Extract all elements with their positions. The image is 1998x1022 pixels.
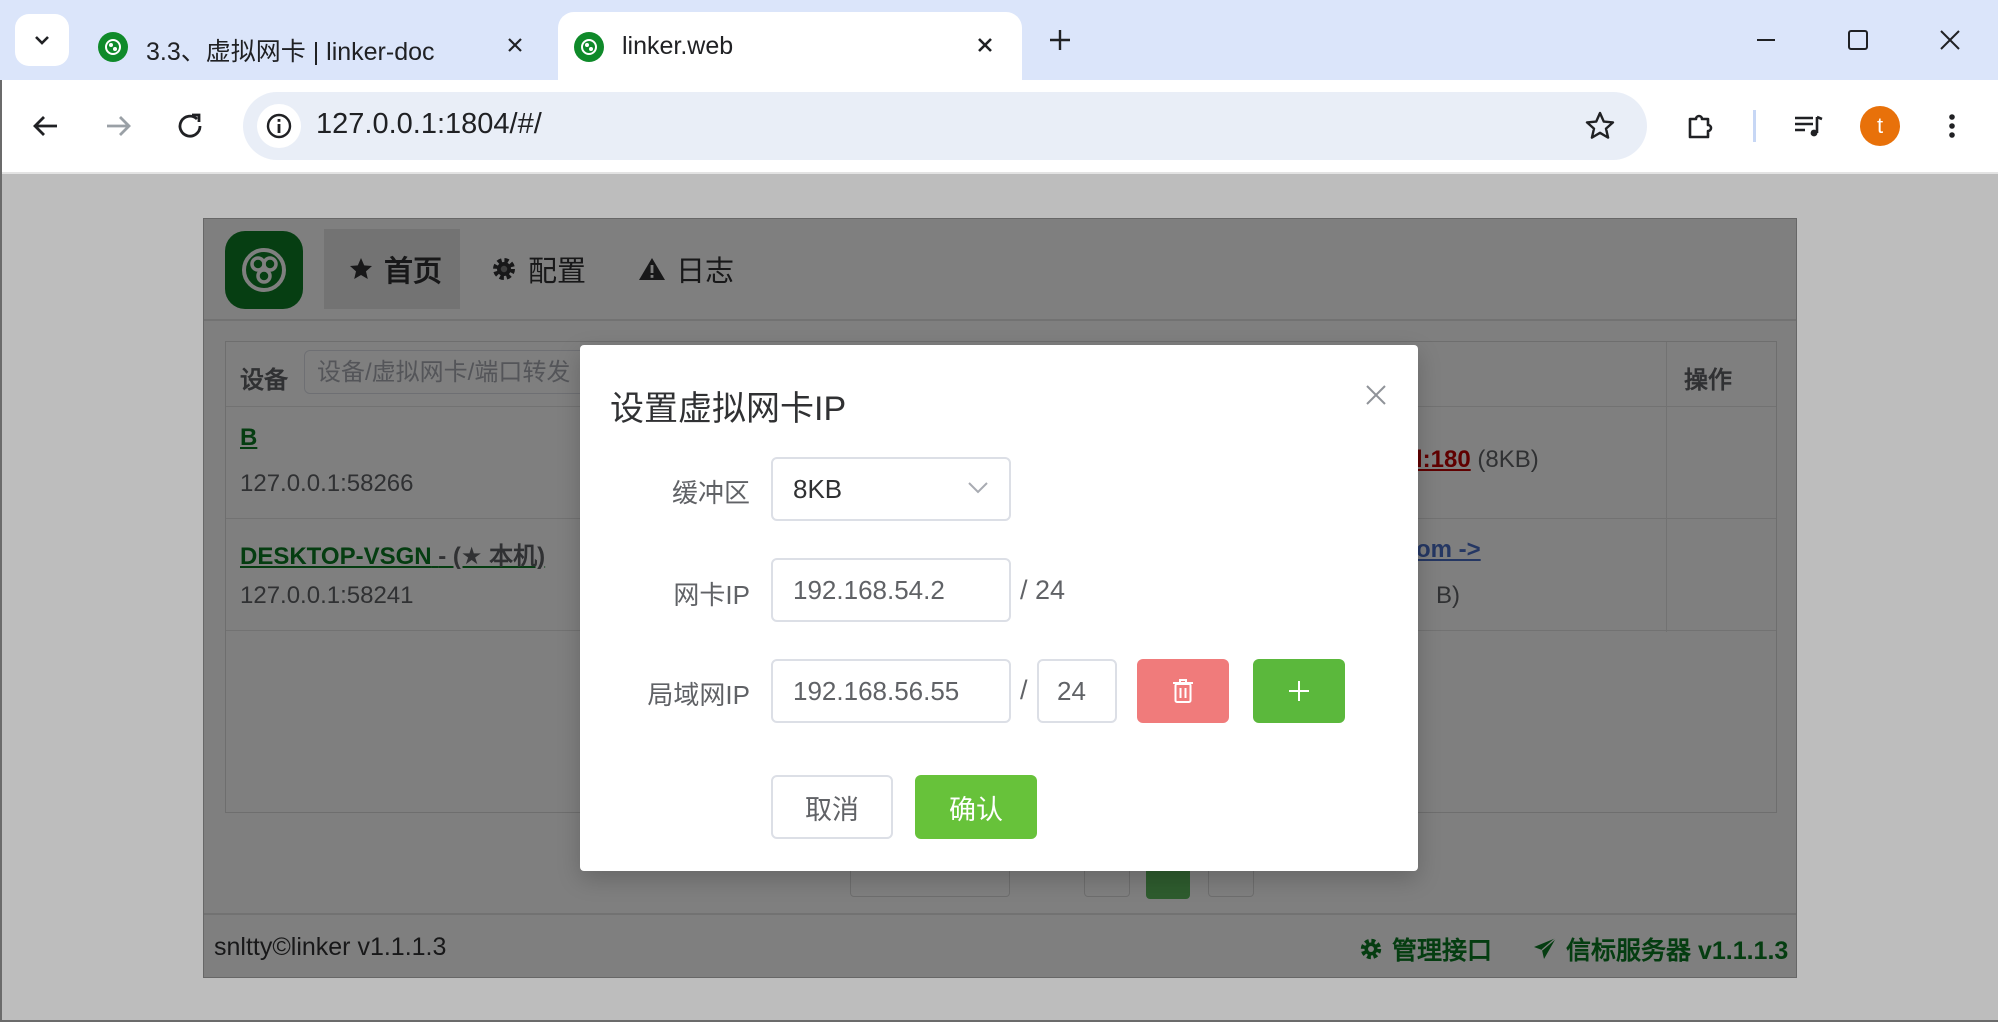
media-controls-button[interactable]: [1784, 102, 1832, 150]
maximize-icon: [1848, 30, 1868, 50]
reload-button[interactable]: [166, 102, 214, 150]
playlist-music-icon: [1795, 115, 1823, 137]
back-button[interactable]: [22, 102, 70, 150]
tab-title: 3.3、虚拟网卡 | linker-doc: [146, 38, 435, 66]
browser-tab-linker-doc[interactable]: 3.3、虚拟网卡 | linker-doc: [82, 12, 552, 80]
plus-icon: [1050, 30, 1070, 50]
reload-icon: [178, 113, 202, 138]
close-icon: [1366, 385, 1386, 405]
buffer-select-value: 8KB: [793, 474, 843, 504]
browser-tab-linker-web[interactable]: linker.web: [558, 12, 1022, 80]
tab-close-icon[interactable]: [968, 28, 1002, 62]
nic-ip-input[interactable]: 192.168.54.2: [771, 558, 1011, 622]
site-info-icon[interactable]: [257, 104, 301, 148]
new-tab-button[interactable]: [1040, 20, 1080, 60]
minimize-button[interactable]: [1744, 20, 1788, 60]
puzzle-icon: [1688, 114, 1713, 139]
lan-mask-input[interactable]: 24: [1037, 659, 1117, 723]
dialog-title: 设置虚拟网卡IP: [610, 390, 847, 428]
profile-avatar[interactable]: t: [1860, 106, 1900, 146]
chevron-down-icon: [35, 36, 49, 45]
buffer-select[interactable]: 8KB: [771, 457, 1011, 521]
tab-close-icon[interactable]: [498, 28, 532, 62]
extensions-button[interactable]: [1676, 102, 1724, 150]
trash-icon: [1173, 679, 1193, 703]
add-lan-ip-button[interactable]: [1253, 659, 1345, 723]
chevron-down-icon: [968, 482, 988, 494]
browser-tabstrip: 3.3、虚拟网卡 | linker-doc linker.web: [0, 0, 1998, 80]
dialog-close-button[interactable]: [1354, 373, 1398, 417]
minimize-icon: [1757, 39, 1775, 41]
lan-mask-slash: /: [1020, 675, 1028, 705]
browser-menu-button[interactable]: [1928, 102, 1976, 150]
back-arrow-icon: [33, 116, 57, 136]
close-icon: [1940, 30, 1960, 50]
cancel-button[interactable]: 取消: [771, 775, 893, 839]
close-window-button[interactable]: [1928, 20, 1972, 60]
linker-favicon-icon: [98, 32, 128, 62]
bookmark-star-icon[interactable]: [1578, 104, 1622, 148]
nic-ip-label: 网卡IP: [673, 580, 750, 610]
toolbar-separator: [1753, 110, 1756, 142]
forward-arrow-icon: [107, 116, 131, 136]
tab-title: linker.web: [622, 32, 734, 60]
confirm-button[interactable]: 确认: [915, 775, 1037, 839]
linker-favicon-icon: [574, 32, 604, 62]
tab-search-button[interactable]: [15, 14, 69, 66]
forward-button[interactable]: [94, 102, 142, 150]
nic-mask-text: / 24: [1020, 575, 1066, 605]
lan-ip-label: 局域网IP: [647, 680, 750, 710]
lan-ip-input[interactable]: 192.168.56.55: [771, 659, 1011, 723]
delete-lan-ip-button[interactable]: [1137, 659, 1229, 723]
buffer-label: 缓冲区: [671, 478, 750, 508]
url-text[interactable]: 127.0.0.1:1804/#/: [316, 108, 542, 141]
virtual-nic-ip-dialog: 设置虚拟网卡IP 缓冲区 8KB 网卡IP 192.168.54.2 / 24 …: [580, 345, 1418, 871]
more-vertical-icon: [1949, 114, 1955, 138]
plus-icon: [1289, 681, 1309, 701]
maximize-button[interactable]: [1836, 20, 1880, 60]
